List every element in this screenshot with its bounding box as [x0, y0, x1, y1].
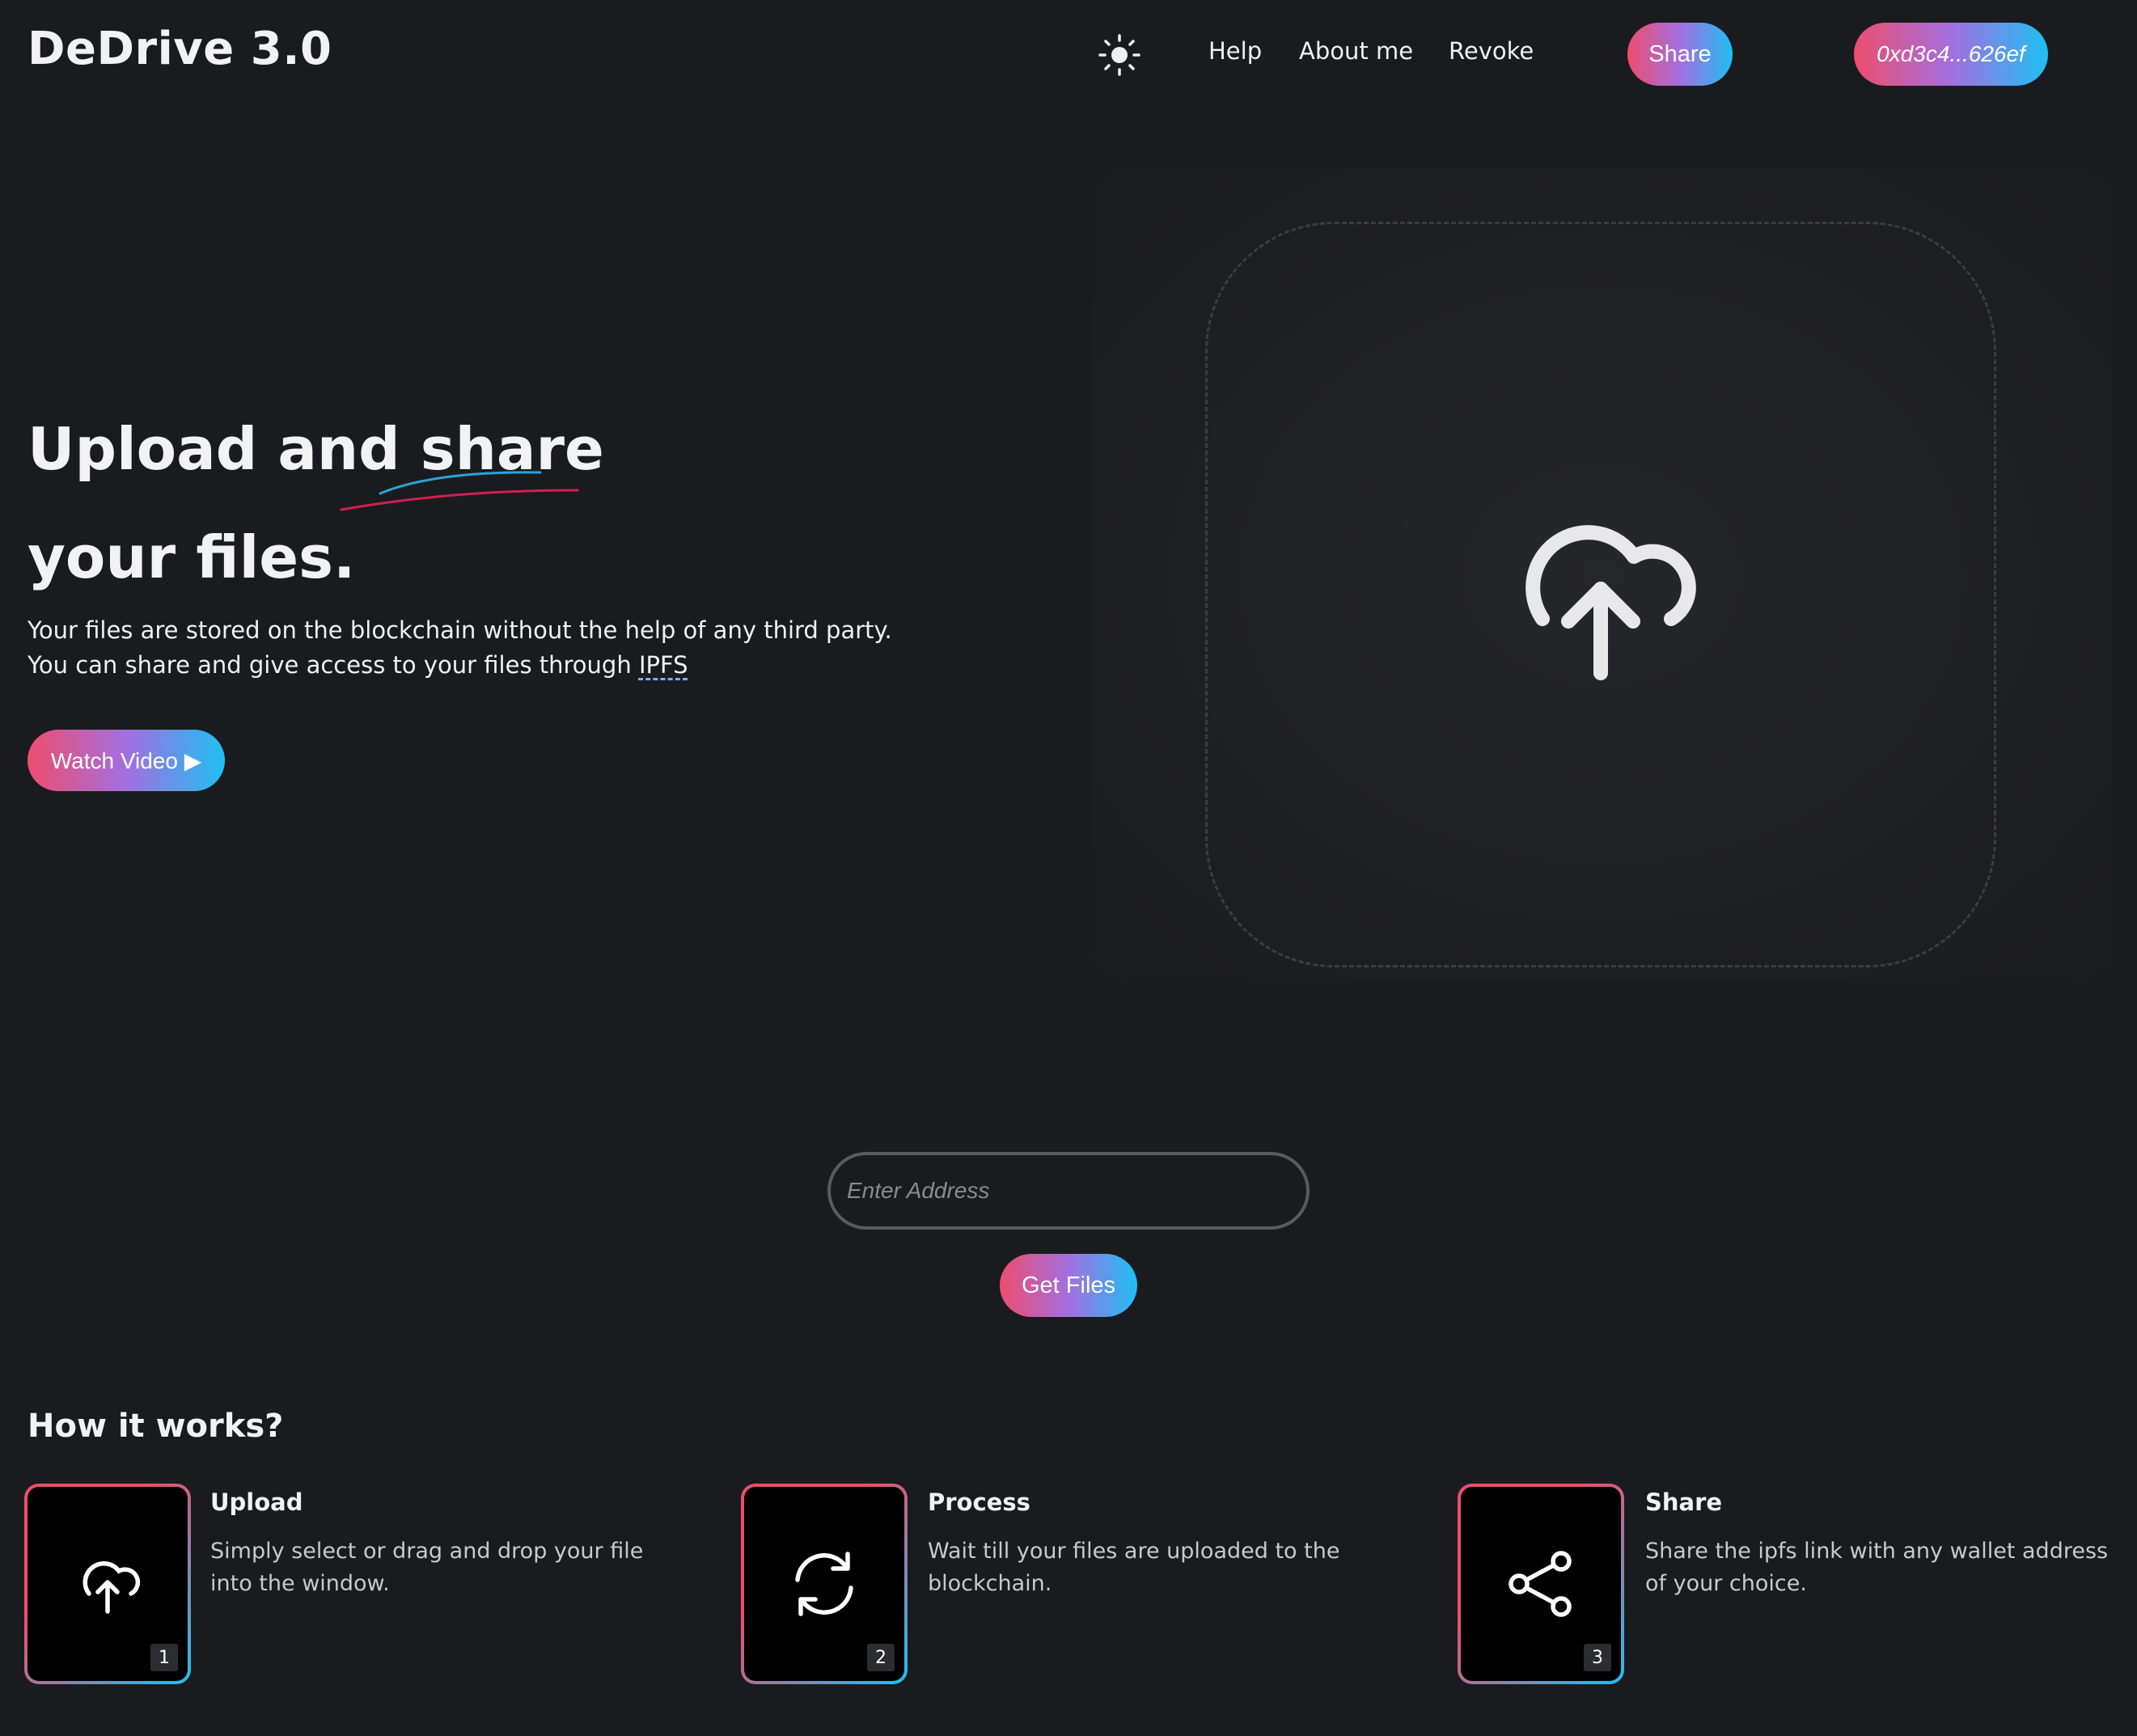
step-upload-title: Upload [210, 1488, 303, 1516]
wallet-address-button[interactable]: 0xd3c4...626ef [1854, 23, 2048, 86]
address-input[interactable] [827, 1152, 1310, 1230]
ipfs-link[interactable]: IPFS [639, 651, 688, 679]
cloud-upload-icon [83, 1561, 141, 1614]
hero-description: Your files are stored on the blockchain … [28, 613, 892, 683]
step-process-card: 2 [741, 1484, 908, 1684]
sun-icon [1098, 34, 1140, 76]
nav-help-link[interactable]: Help [1208, 37, 1262, 65]
refresh-icon [795, 1552, 853, 1616]
step-number-badge: 2 [867, 1644, 895, 1671]
watch-video-button[interactable]: Watch Video ▶ [28, 730, 225, 791]
share-icon [1509, 1551, 1572, 1617]
hero-description-line-2: You can share and give access to your fi… [28, 648, 892, 683]
how-it-works-heading: How it works? [28, 1408, 284, 1445]
step-process-description: Wait till your files are uploaded to the… [928, 1539, 1340, 1596]
nav-revoke-link[interactable]: Revoke [1449, 37, 1534, 65]
step-number-badge: 3 [1584, 1644, 1611, 1671]
step-upload-card: 1 [24, 1484, 191, 1684]
step-share-card: 3 [1458, 1484, 1624, 1684]
theme-toggle-button[interactable] [1097, 32, 1142, 78]
step-process-title: Process [928, 1488, 1030, 1516]
nav-about-link[interactable]: About me [1299, 37, 1413, 65]
get-files-button[interactable]: Get Files [1000, 1254, 1137, 1317]
share-button[interactable]: Share [1627, 23, 1733, 86]
cloud-upload-icon [1526, 525, 1696, 680]
step-number-badge: 1 [150, 1644, 178, 1671]
hero-description-text: You can share and give access to your fi… [28, 651, 639, 679]
decorative-underline [340, 471, 579, 511]
file-drop-zone[interactable] [1205, 222, 1996, 968]
step-share-description: Share the ipfs link with any wallet addr… [1645, 1539, 2109, 1596]
brand-logo: DeDrive 3.0 [28, 23, 332, 75]
step-share-title: Share [1645, 1488, 1723, 1516]
hero-description-line-1: Your files are stored on the blockchain … [28, 616, 892, 644]
step-upload-description: Simply select or drag and drop your file… [210, 1539, 644, 1596]
hero-title-line-2: your files. [28, 523, 356, 591]
